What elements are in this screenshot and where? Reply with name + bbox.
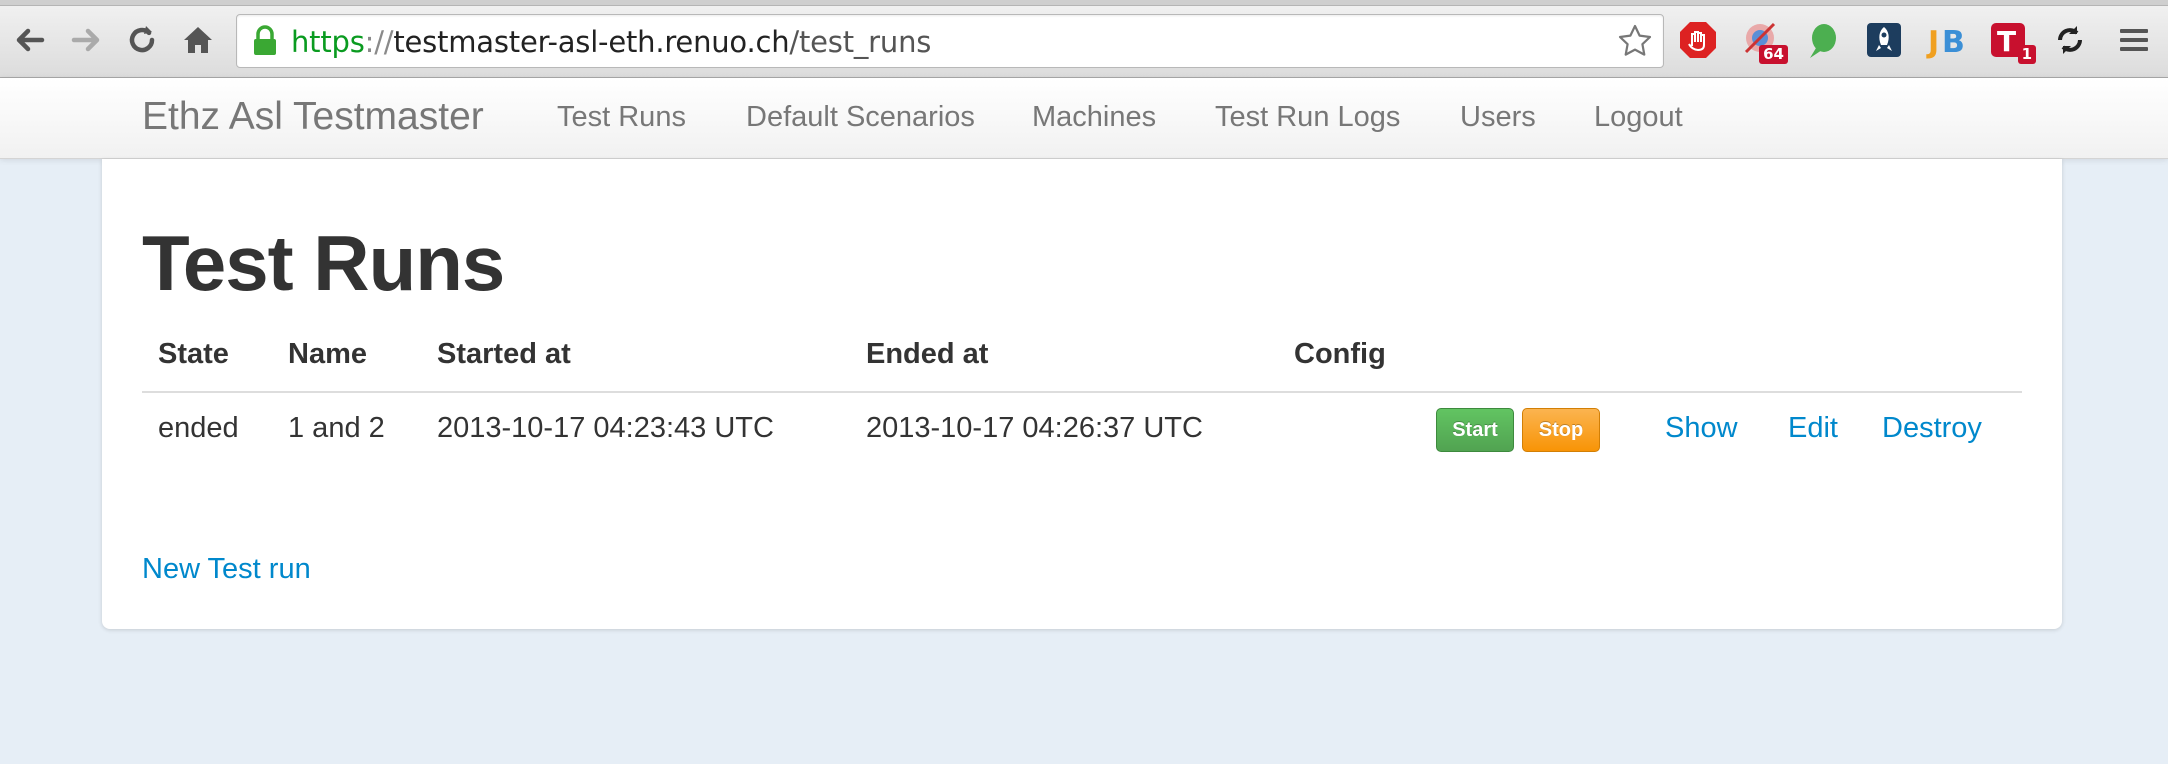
edit-link[interactable]: Edit <box>1788 412 1838 445</box>
url-path: /test_runs <box>789 25 932 59</box>
nav-test-run-logs[interactable]: Test Run Logs <box>1215 101 1400 134</box>
url-scheme: https <box>291 25 365 59</box>
url-host: testmaster-asl-eth.renuo.ch <box>393 25 790 59</box>
feed-badge: 64 <box>1759 45 1788 64</box>
nav-logout[interactable]: Logout <box>1594 101 1683 134</box>
tab-strip <box>0 0 2168 6</box>
browser-toolbar: https://testmaster-asl-eth.renuo.ch/test… <box>0 0 2168 78</box>
cell-ended-at: 2013-10-17 04:26:37 UTC <box>866 412 1203 444</box>
svg-text:J: J <box>1926 25 1939 60</box>
new-test-run-link[interactable]: New Test run <box>142 553 311 586</box>
url-separator: :// <box>364 25 394 59</box>
cell-name: 1 and 2 <box>288 412 385 444</box>
jb-icon[interactable]: JB <box>1924 18 1968 62</box>
reload-icon[interactable] <box>122 20 162 60</box>
nav-users[interactable]: Users <box>1460 101 1536 134</box>
t-badge: 1 <box>2017 45 2036 64</box>
nav-default-scenarios[interactable]: Default Scenarios <box>746 101 975 134</box>
rocket-icon[interactable] <box>1862 18 1906 62</box>
column-header-name: Name <box>288 338 367 370</box>
url-text[interactable]: https://testmaster-asl-eth.renuo.ch/test… <box>291 25 931 59</box>
sync-icon[interactable] <box>2048 18 2092 62</box>
back-icon[interactable] <box>10 20 50 60</box>
evernote-icon[interactable] <box>1800 18 1844 62</box>
forward-icon[interactable] <box>66 20 106 60</box>
address-bar[interactable]: https://testmaster-asl-eth.renuo.ch/test… <box>236 14 1664 68</box>
table-header-divider <box>142 391 2022 393</box>
app-navbar: Ethz Asl Testmaster Test Runs Default Sc… <box>0 78 2168 159</box>
adblock-icon[interactable] <box>1676 18 1720 62</box>
page-title: Test Runs <box>142 219 505 307</box>
show-link[interactable]: Show <box>1665 412 1738 445</box>
column-header-ended-at: Ended at <box>866 338 989 370</box>
column-header-started-at: Started at <box>437 338 571 370</box>
brand-link[interactable]: Ethz Asl Testmaster <box>142 95 484 139</box>
column-header-config: Config <box>1294 338 1386 370</box>
destroy-link[interactable]: Destroy <box>1882 412 1982 445</box>
nav-test-runs[interactable]: Test Runs <box>557 101 686 134</box>
svg-text:T: T <box>1997 25 2016 58</box>
lock-icon <box>251 25 279 62</box>
star-icon[interactable] <box>1617 23 1653 64</box>
nav-machines[interactable]: Machines <box>1032 101 1156 134</box>
column-header-state: State <box>158 338 229 370</box>
t-icon[interactable]: T 1 <box>1986 18 2036 64</box>
svg-text:B: B <box>1942 25 1965 60</box>
stop-button[interactable]: Stop <box>1522 408 1600 452</box>
cell-started-at: 2013-10-17 04:23:43 UTC <box>437 412 774 444</box>
menu-icon[interactable] <box>2112 18 2156 62</box>
home-icon[interactable] <box>178 20 218 60</box>
cell-state: ended <box>158 412 239 444</box>
feed-icon[interactable]: 64 <box>1738 18 1788 64</box>
start-button[interactable]: Start <box>1436 408 1514 452</box>
